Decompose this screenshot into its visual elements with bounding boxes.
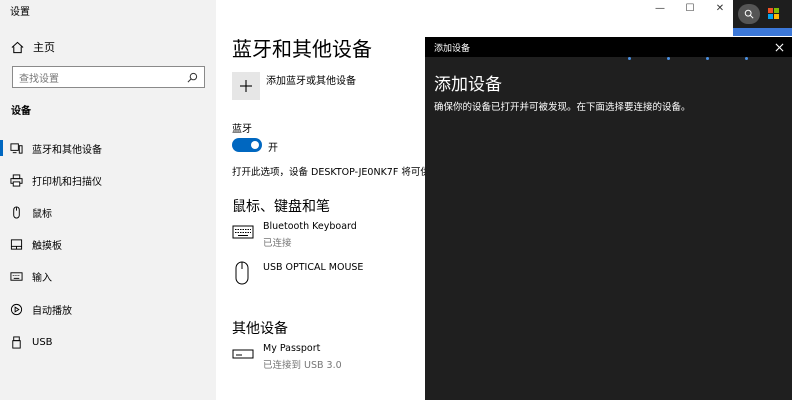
sidebar: 设置 主页 查找设置 设备 蓝牙和其他设备 打印机和扫描仪 鼠标 触摸板 输入 … <box>0 0 216 400</box>
add-device-dialog: 添加设备 添加设备 确保你的设备已打开并可被发现。在下面选择要连接的设备。 <box>425 37 792 400</box>
sidebar-item-label: 鼠标 <box>32 208 52 220</box>
accent-strip <box>733 28 792 36</box>
close-button[interactable]: ✕ <box>705 3 735 14</box>
page-title: 蓝牙和其他设备 <box>232 37 372 61</box>
plus-icon <box>240 80 252 92</box>
minimize-button[interactable]: — <box>645 3 675 14</box>
sidebar-item-label: 打印机和扫描仪 <box>32 176 102 188</box>
bluetooth-toggle[interactable] <box>232 138 262 152</box>
dialog-heading: 添加设备 <box>434 75 502 95</box>
progress-dots <box>628 57 748 60</box>
sidebar-item-touchpad[interactable]: 触摸板 <box>0 232 216 256</box>
sidebar-item-label: 输入 <box>32 272 52 284</box>
windows-logo-icon[interactable] <box>768 8 779 19</box>
printer-icon <box>10 173 23 187</box>
sidebar-item-mouse[interactable]: 鼠标 <box>0 200 216 224</box>
sidebar-item-label: 自动播放 <box>32 305 72 317</box>
maximize-button[interactable]: ☐ <box>675 3 705 14</box>
device-status: 已连接 <box>263 238 292 249</box>
app-title: 设置 <box>10 7 30 18</box>
device-status: 已连接到 USB 3.0 <box>263 360 342 371</box>
keyboard-icon <box>10 271 23 281</box>
search-placeholder: 查找设置 <box>19 73 59 85</box>
progress-dot <box>628 57 631 60</box>
sidebar-item-printers[interactable]: 打印机和扫描仪 <box>0 168 216 192</box>
bluetooth-label: 蓝牙 <box>232 124 252 135</box>
add-device-button[interactable] <box>232 72 260 100</box>
sidebar-home-label: 主页 <box>33 41 55 54</box>
touchpad-icon <box>10 238 23 250</box>
sidebar-home[interactable]: 主页 <box>11 38 55 56</box>
sidebar-section-devices: 设备 <box>11 106 31 117</box>
mouse-icon <box>235 261 249 285</box>
sidebar-item-autoplay[interactable]: 自动播放 <box>0 297 216 321</box>
device-name[interactable]: My Passport <box>263 343 320 354</box>
mouse-icon <box>13 205 20 219</box>
keyboard-icon <box>232 225 254 239</box>
usb-icon <box>12 335 21 349</box>
search-icon <box>744 9 754 19</box>
sidebar-item-typing[interactable]: 输入 <box>0 264 216 288</box>
mouse-keyboard-section-title: 鼠标、键盘和笔 <box>232 199 330 215</box>
bluetooth-devices-icon <box>10 142 23 154</box>
device-name[interactable]: Bluetooth Keyboard <box>263 221 357 232</box>
search-input[interactable]: 查找设置 <box>12 66 205 88</box>
sidebar-item-usb[interactable]: USB <box>0 330 216 354</box>
add-device-label[interactable]: 添加蓝牙或其他设备 <box>266 72 356 87</box>
sidebar-item-label: 蓝牙和其他设备 <box>32 144 102 156</box>
sidebar-item-bluetooth[interactable]: 蓝牙和其他设备 <box>0 136 216 160</box>
device-name[interactable]: USB OPTICAL MOUSE <box>263 262 363 273</box>
taskbar-search-button[interactable] <box>738 4 760 24</box>
close-icon <box>775 43 783 51</box>
progress-dot <box>667 57 670 60</box>
sidebar-item-label: USB <box>32 336 53 348</box>
drive-icon <box>232 349 254 359</box>
autoplay-icon <box>10 303 23 315</box>
sidebar-item-label: 触摸板 <box>32 240 62 252</box>
dialog-titlebar-text: 添加设备 <box>434 44 471 54</box>
discoverable-text: 打开此选项，设备 DESKTOP-JE0NK7F 将可供其 <box>232 167 426 178</box>
progress-dot <box>706 57 709 60</box>
dialog-close-button[interactable] <box>772 40 786 54</box>
progress-dot <box>745 57 748 60</box>
other-devices-section-title: 其他设备 <box>232 321 288 337</box>
window-controls: — ☐ ✕ <box>645 0 735 16</box>
home-icon <box>11 41 24 53</box>
dialog-description: 确保你的设备已打开并可被发现。在下面选择要连接的设备。 <box>434 102 691 113</box>
dialog-titlebar: 添加设备 <box>425 37 792 57</box>
bluetooth-state: 开 <box>268 143 278 154</box>
search-icon <box>187 72 198 82</box>
